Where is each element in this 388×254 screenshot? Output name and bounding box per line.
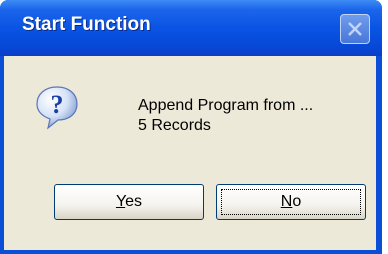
- no-button-label: No: [280, 193, 302, 210]
- message-text: Append Program from ... 5 Records: [138, 96, 313, 136]
- no-button[interactable]: No: [216, 184, 366, 220]
- window-title: Start Function: [22, 14, 151, 35]
- svg-text:?: ?: [51, 90, 64, 119]
- message-dialog: Start Function ? Append Program from ...…: [0, 0, 382, 254]
- yes-button[interactable]: Yes: [54, 184, 204, 220]
- message-line-1: Append Program from ...: [138, 97, 314, 114]
- close-button[interactable]: [340, 14, 370, 44]
- title-bar[interactable]: Start Function: [0, 0, 382, 56]
- message-line-2: 5 Records: [138, 117, 211, 134]
- close-icon: [348, 22, 362, 36]
- question-icon: ?: [36, 86, 78, 130]
- dialog-body: ? Append Program from ... 5 Records Yes …: [4, 56, 376, 250]
- yes-button-label: Yes: [115, 193, 143, 210]
